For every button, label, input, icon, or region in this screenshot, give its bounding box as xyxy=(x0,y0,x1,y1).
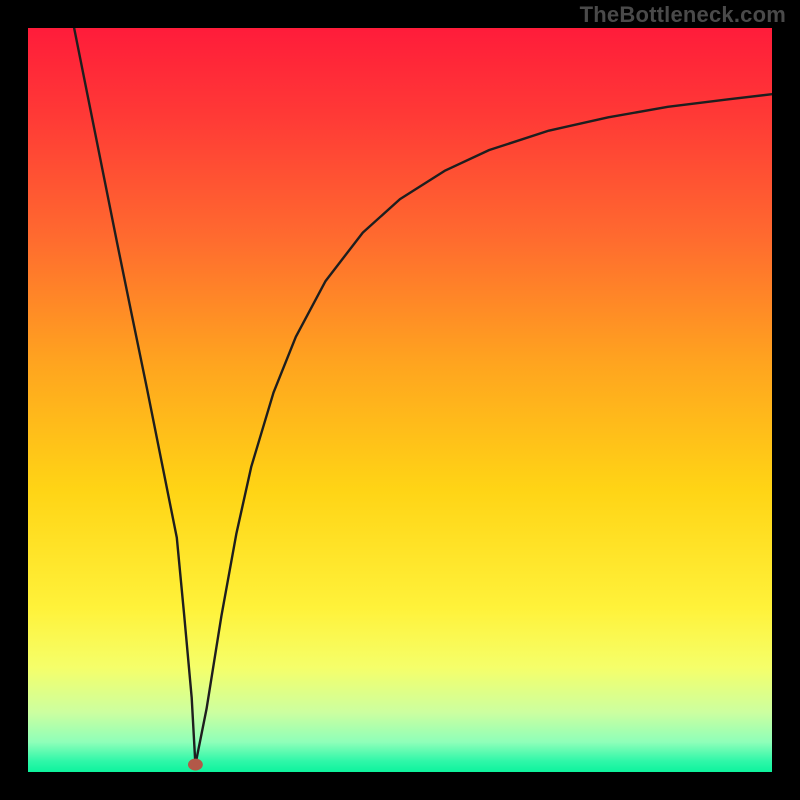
watermark-text: TheBottleneck.com xyxy=(580,2,786,28)
minimum-marker xyxy=(188,759,203,771)
gradient-rect xyxy=(28,28,772,772)
chart-frame: TheBottleneck.com xyxy=(0,0,800,800)
plot-area xyxy=(28,28,772,772)
bottleneck-chart xyxy=(28,28,772,772)
